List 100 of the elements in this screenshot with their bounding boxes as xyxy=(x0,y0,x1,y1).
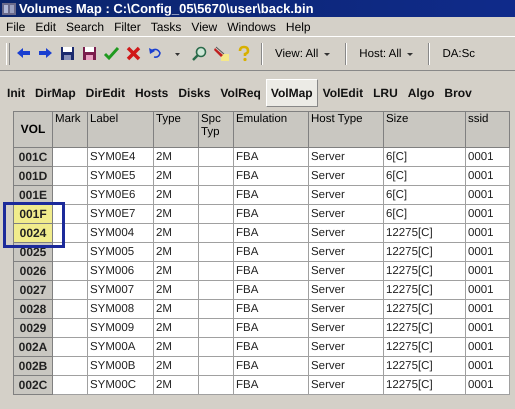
table-cell: Server xyxy=(308,242,384,262)
table-cell: FBA xyxy=(234,262,308,280)
table-cell: Server xyxy=(308,280,384,300)
menu-item[interactable]: Filter xyxy=(109,20,146,34)
table-cell: FBA xyxy=(234,356,308,376)
highlighter-icon[interactable] xyxy=(213,45,230,62)
tab[interactable]: DirEdit xyxy=(80,79,130,107)
column-header[interactable]: Type xyxy=(154,112,198,148)
table-cell: 0001 xyxy=(466,166,510,186)
table-cell: 0001 xyxy=(466,300,510,318)
table-cell: 2M xyxy=(154,204,198,224)
table-cell: SYM00C xyxy=(88,376,154,394)
menu-item[interactable]: Tasks xyxy=(146,20,186,34)
row-header[interactable]: 0024 xyxy=(14,224,52,242)
table-cell: 0001 xyxy=(466,280,510,300)
table-cell: 12275[C] xyxy=(384,262,466,280)
table-cell: 6[C] xyxy=(384,204,466,224)
table-cell: Server xyxy=(308,204,384,224)
close-icon[interactable] xyxy=(125,45,142,62)
search-icon[interactable] xyxy=(191,45,208,62)
app-icon xyxy=(2,2,16,15)
table-cell: 0001 xyxy=(466,204,510,224)
menu-item[interactable]: File xyxy=(1,20,30,34)
table-cell: FBA xyxy=(234,186,308,204)
table-cell: FBA xyxy=(234,300,308,318)
save-as-icon[interactable] xyxy=(81,45,98,62)
table-cell: 2M xyxy=(154,242,198,262)
row-header[interactable]: 0028 xyxy=(14,300,52,318)
table-cell: FBA xyxy=(234,318,308,338)
save-icon[interactable] xyxy=(59,45,76,62)
tab[interactable]: Hosts xyxy=(130,79,174,107)
tab[interactable]: LRU xyxy=(368,79,403,107)
table-cell: Server xyxy=(308,262,384,280)
table-cell: 6[C] xyxy=(384,186,466,204)
column-header[interactable]: Spc Typ xyxy=(198,112,234,148)
table-cell: SYM0E6 xyxy=(88,186,154,204)
row-header[interactable]: 001D xyxy=(14,166,52,186)
table-cell: 2M xyxy=(154,376,198,394)
table-cell: 2M xyxy=(154,280,198,300)
table-cell: 0001 xyxy=(466,318,510,338)
check-icon[interactable] xyxy=(103,45,120,62)
row-header[interactable]: 001F xyxy=(14,204,52,224)
column-header[interactable]: VOL xyxy=(14,112,52,148)
menu-item[interactable]: Help xyxy=(280,20,316,34)
row-header[interactable]: 002B xyxy=(14,356,52,376)
tab[interactable]: Algo xyxy=(402,79,440,107)
table-cell: SYM008 xyxy=(88,300,154,318)
tab[interactable]: DirMap xyxy=(30,79,81,107)
table-cell: 12275[C] xyxy=(384,224,466,242)
column-header[interactable]: Emulation xyxy=(234,112,308,148)
row-header[interactable]: 002A xyxy=(14,338,52,356)
column-header[interactable]: Size xyxy=(384,112,466,148)
table-cell: 0001 xyxy=(466,148,510,166)
table-cell: Server xyxy=(308,166,384,186)
row-header[interactable]: 001C xyxy=(14,148,52,166)
table-cell: SYM004 xyxy=(88,224,154,242)
tab[interactable]: VolMap xyxy=(266,79,318,107)
table-cell: 2M xyxy=(154,262,198,280)
row-header[interactable]: 0026 xyxy=(14,262,52,280)
table-cell: 0001 xyxy=(466,186,510,204)
table-cell: SYM0E4 xyxy=(88,148,154,166)
table-cell: Server xyxy=(308,338,384,356)
tab[interactable]: Brov xyxy=(439,79,477,107)
row-header[interactable]: 0029 xyxy=(14,318,52,338)
tab[interactable]: VolReq xyxy=(215,79,266,107)
table-cell: 0001 xyxy=(466,262,510,280)
column-header[interactable]: Label xyxy=(88,112,154,148)
table-cell: SYM005 xyxy=(88,242,154,262)
row-header[interactable]: 0027 xyxy=(14,280,52,300)
row-header[interactable]: 002C xyxy=(14,376,52,394)
column-header[interactable]: ssid xyxy=(466,112,510,148)
annotation-box xyxy=(3,202,65,248)
tab[interactable]: VolEdit xyxy=(318,79,368,107)
table-cell: 0001 xyxy=(466,242,510,262)
toolbar-label[interactable]: DA:Sc xyxy=(439,48,478,60)
table-cell: Server xyxy=(308,224,384,242)
tab[interactable]: Disks xyxy=(173,79,216,107)
table-cell: Server xyxy=(308,148,384,166)
table-cell: FBA xyxy=(234,204,308,224)
table-cell: 12275[C] xyxy=(384,300,466,318)
table-cell: FBA xyxy=(234,242,308,262)
menu-item[interactable]: Edit xyxy=(30,20,62,34)
table-cell: 2M xyxy=(154,224,198,242)
table-cell: 0001 xyxy=(466,338,510,356)
column-header[interactable]: Mark xyxy=(52,112,88,148)
table-cell: FBA xyxy=(234,338,308,356)
menu-item[interactable]: Windows xyxy=(222,20,281,34)
table-cell: FBA xyxy=(234,224,308,242)
menu-item[interactable]: Search xyxy=(61,20,110,34)
filter-dropdown[interactable]: View: All xyxy=(272,48,336,60)
column-header[interactable]: Host Type xyxy=(308,112,384,148)
table-cell: 2M xyxy=(154,166,198,186)
table-cell: 12275[C] xyxy=(384,356,466,376)
filter-dropdown[interactable]: Host: All xyxy=(356,48,420,60)
tab[interactable]: Init xyxy=(2,79,30,107)
table-cell: 2M xyxy=(154,356,198,376)
table-cell: Server xyxy=(308,186,384,204)
table-cell: 0001 xyxy=(466,224,510,242)
menu-item[interactable]: View xyxy=(186,20,222,34)
table-cell: Server xyxy=(308,376,384,394)
